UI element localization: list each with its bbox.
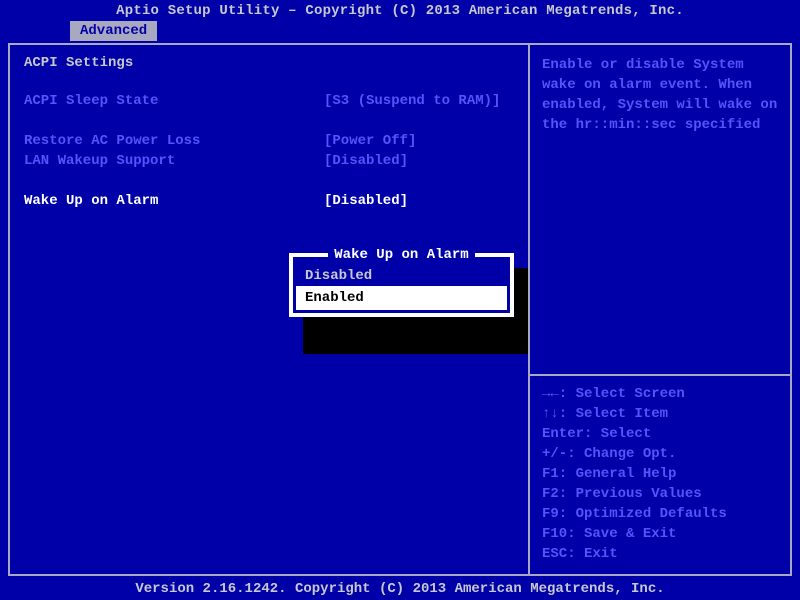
- popup-option-disabled[interactable]: Disabled: [293, 265, 510, 287]
- popup-option-enabled[interactable]: Enabled: [297, 287, 506, 309]
- setting-label: Restore AC Power Loss: [24, 131, 324, 151]
- setting-value: [Power Off]: [324, 131, 514, 151]
- key-help-enter: Enter: Select: [542, 424, 780, 444]
- popup-title: Wake Up on Alarm: [328, 247, 474, 263]
- key-help-f10: F10: Save & Exit: [542, 524, 780, 544]
- key-help-f9: F9: Optimized Defaults: [542, 504, 780, 524]
- setting-restore-ac-power[interactable]: Restore AC Power Loss [Power Off]: [24, 131, 514, 151]
- setting-acpi-sleep-state[interactable]: ACPI Sleep State [S3 (Suspend to RAM)]: [24, 91, 514, 111]
- setting-value: [Disabled]: [324, 151, 514, 171]
- tab-advanced[interactable]: Advanced: [70, 21, 157, 41]
- key-help-f1: F1: General Help: [542, 464, 780, 484]
- section-heading: ACPI Settings: [24, 55, 514, 71]
- key-help-change-opt: +/-: Change Opt.: [542, 444, 780, 464]
- setting-value: [Disabled]: [324, 191, 514, 211]
- setting-label: LAN Wakeup Support: [24, 151, 324, 171]
- key-help-list: →←: Select Screen ↑↓: Select Item Enter:…: [542, 384, 780, 564]
- key-help-esc: ESC: Exit: [542, 544, 780, 564]
- setting-wake-on-alarm[interactable]: Wake Up on Alarm [Disabled]: [24, 191, 514, 211]
- key-help-f2: F2: Previous Values: [542, 484, 780, 504]
- app-title: Aptio Setup Utility – Copyright (C) 2013…: [0, 0, 800, 21]
- setting-label: Wake Up on Alarm: [24, 191, 324, 211]
- setting-lan-wakeup[interactable]: LAN Wakeup Support [Disabled]: [24, 151, 514, 171]
- setting-label: ACPI Sleep State: [24, 91, 324, 111]
- tab-row: Advanced: [0, 21, 800, 43]
- option-popup: Wake Up on Alarm Disabled Enabled: [289, 253, 514, 317]
- footer-version: Version 2.16.1242. Copyright (C) 2013 Am…: [0, 578, 800, 600]
- main-area: ACPI Settings ACPI Sleep State [S3 (Susp…: [0, 43, 800, 578]
- key-help-select-screen: →←: Select Screen: [542, 384, 780, 404]
- help-separator: [530, 374, 790, 376]
- help-pane: Enable or disable System wake on alarm e…: [530, 45, 790, 574]
- key-help-select-item: ↑↓: Select Item: [542, 404, 780, 424]
- context-help-text: Enable or disable System wake on alarm e…: [542, 55, 780, 368]
- popup-options: Disabled Enabled: [293, 265, 510, 309]
- setting-value: [S3 (Suspend to RAM)]: [324, 91, 514, 111]
- bios-screen: Aptio Setup Utility – Copyright (C) 2013…: [0, 0, 800, 600]
